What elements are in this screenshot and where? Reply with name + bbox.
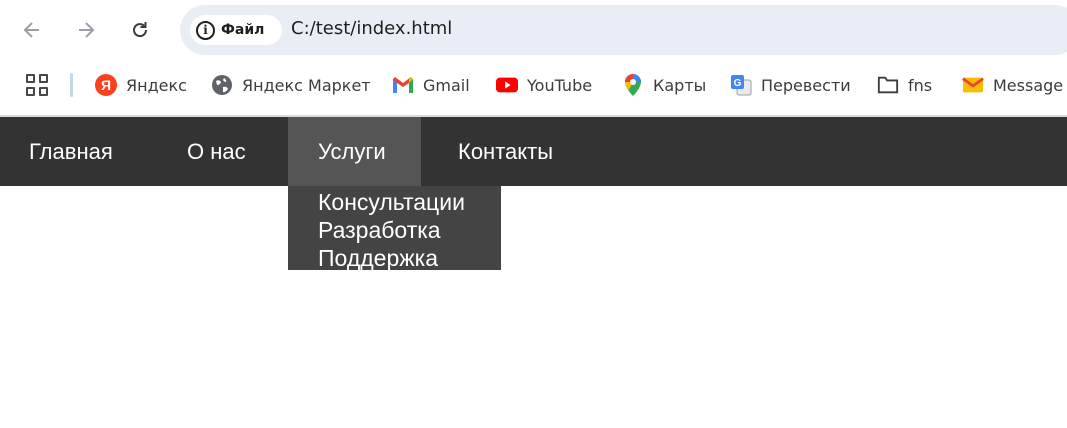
nav-item-services[interactable]: Услуги [288, 117, 421, 186]
bookmark-message[interactable]: Message [962, 72, 1063, 98]
main-navigation: Главная О нас Услуги Контакты [0, 117, 1067, 186]
svg-text:Я: Я [101, 77, 111, 93]
browser-toolbar: i Файл C:/test/index.html [0, 0, 1067, 60]
gmail-icon [392, 74, 414, 96]
site-info-label: Файл [221, 22, 265, 38]
bookmark-label: Gmail [423, 75, 470, 95]
url-text[interactable]: C:/test/index.html [291, 18, 452, 39]
bookmark-maps[interactable]: Карты [622, 72, 706, 98]
bookmark-label: fns [908, 75, 933, 95]
dropdown-item-development[interactable]: Разработка [318, 216, 501, 244]
bookmark-translate[interactable]: G Перевести [730, 72, 851, 98]
nav-item-about[interactable]: О нас [187, 117, 246, 186]
bookmark-yandex-market[interactable]: Яндекс Маркет [211, 72, 371, 98]
bookmark-label: Яндекс Маркет [242, 75, 371, 95]
globe-icon [211, 74, 233, 96]
site-info-chip[interactable]: i Файл [190, 15, 282, 45]
bookmark-label: Message [993, 75, 1064, 95]
arrow-right-icon [79, 22, 95, 38]
translate-icon: G [730, 74, 752, 96]
back-button[interactable] [16, 14, 48, 46]
bookmarks-bar: Я Яндекс Яндекс Маркет Gmail YouTube Кар… [0, 62, 1067, 108]
reload-icon [133, 22, 148, 38]
bookmarks-separator [70, 73, 73, 97]
dropdown-item-support[interactable]: Поддержка [318, 244, 501, 272]
dropdown-item-consulting[interactable]: Консультации [318, 188, 501, 216]
bookmark-label: Карты [653, 75, 707, 95]
bookmark-yandex[interactable]: Я Яндекс [95, 72, 187, 98]
bookmark-label: Яндекс [126, 75, 187, 95]
maps-pin-icon [622, 74, 644, 96]
yandex-icon: Я [95, 74, 117, 96]
nav-item-home[interactable]: Главная [29, 117, 113, 186]
nav-item-contacts[interactable]: Контакты [458, 117, 553, 186]
apps-grid-icon[interactable] [26, 74, 48, 96]
arrow-left-icon [23, 22, 39, 38]
bookmark-label: Перевести [761, 75, 851, 95]
bookmark-label: YouTube [527, 75, 593, 95]
services-dropdown-menu: Консультации Разработка Поддержка [288, 186, 501, 272]
mail-envelope-icon [962, 74, 984, 96]
info-icon: i [196, 20, 215, 40]
address-bar[interactable]: i Файл C:/test/index.html [180, 5, 1067, 55]
bookmark-youtube[interactable]: YouTube [496, 72, 592, 98]
folder-icon [877, 74, 899, 96]
reload-button[interactable] [124, 14, 156, 46]
youtube-icon [496, 74, 518, 96]
bookmark-fns[interactable]: fns [877, 72, 932, 98]
forward-button[interactable] [70, 14, 102, 46]
bookmark-gmail[interactable]: Gmail [392, 72, 470, 98]
svg-text:G: G [734, 78, 742, 89]
